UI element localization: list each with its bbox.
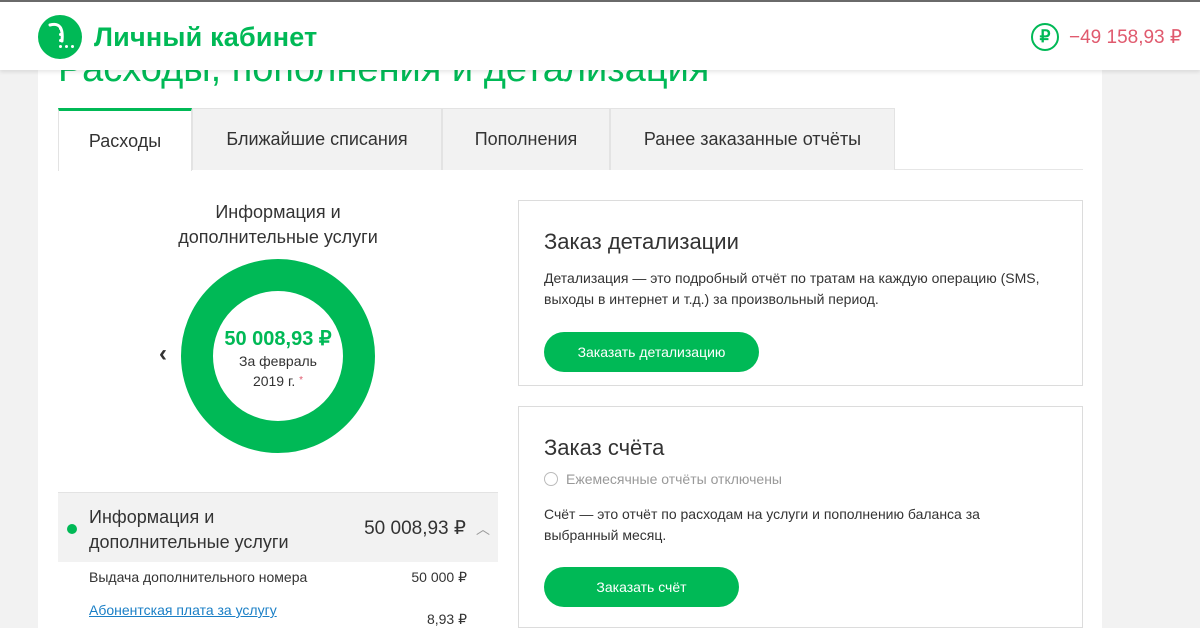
monthly-reports-radio[interactable]: Ежемесячные отчёты отключены — [544, 471, 782, 487]
chevron-up-icon[interactable]: ︿ — [476, 519, 490, 539]
footnote-mark: * — [299, 375, 304, 386]
donut-period: За февраль 2019 г. * — [208, 351, 348, 391]
order-detailization-button[interactable]: Заказать детализацию — [544, 332, 759, 372]
main-content: Расходы, пополнения и детализация Расход… — [38, 70, 1102, 628]
category-name-line: Информация и — [89, 507, 215, 527]
tab-top-ups[interactable]: Пополнения — [442, 108, 610, 170]
donut-title-line: Информация и — [215, 202, 341, 222]
donut-period-year: 2019 г. — [252, 373, 296, 389]
donut-title-line: дополнительные услуги — [178, 227, 378, 247]
donut-period-month: За февраль — [239, 353, 317, 369]
category-color-dot — [67, 524, 77, 534]
donut-title: Информация и дополнительные услуги — [158, 200, 398, 250]
app-title[interactable]: Личный кабинет — [94, 22, 317, 53]
account-balance[interactable]: −49 158,93 ₽ — [1069, 26, 1182, 49]
radio-label: Ежемесячные отчёты отключены — [566, 471, 782, 487]
item-amount: 50 000 ₽ — [411, 569, 467, 585]
ruble-icon: ₽ — [1031, 23, 1059, 51]
detailization-card: Заказ детализации Детализация — это подр… — [518, 200, 1083, 386]
item-link[interactable]: Абонентская плата за услугу — [89, 602, 277, 618]
tab-bar: Расходы Ближайшие списания Пополнения Ра… — [58, 108, 1083, 171]
card-description: Детализация — это подробный отчёт по тра… — [544, 270, 1040, 307]
chevron-left-icon[interactable]: ‹ — [159, 340, 167, 368]
category-name-line: дополнительные услуги — [89, 532, 289, 552]
tab-upcoming-charges[interactable]: Ближайшие списания — [192, 108, 442, 170]
card-title: Заказ детализации — [544, 229, 739, 254]
card-title: Заказ счёта — [544, 435, 665, 460]
card-description: Счёт — это отчёт по расходам на услуги и… — [544, 506, 980, 543]
donut-total-amount: 50 008,93 ₽ — [224, 328, 332, 350]
radio-circle-icon[interactable] — [544, 472, 558, 486]
item-amount: 8,93 ₽ — [426, 611, 467, 627]
tab-expenses[interactable]: Расходы — [58, 108, 192, 171]
category-amount: 50 008,93 ₽ — [364, 518, 466, 539]
item-label: Выдача дополнительного номера — [89, 569, 308, 585]
megafon-logo-icon[interactable] — [38, 15, 82, 59]
category-name: Информация и дополнительные услуги — [89, 505, 289, 555]
invoice-card: Заказ счёта Ежемесячные отчёты отключены… — [518, 406, 1083, 628]
tab-previous-reports[interactable]: Ранее заказанные отчёты — [610, 108, 895, 170]
top-bar: Личный кабинет ₽ −49 158,93 ₽ — [0, 0, 1200, 70]
page-title: Расходы, пополнения и детализация — [58, 70, 709, 91]
category-row[interactable]: Информация и дополнительные услуги 50 00… — [58, 492, 498, 562]
order-invoice-button[interactable]: Заказать счёт — [544, 567, 739, 607]
